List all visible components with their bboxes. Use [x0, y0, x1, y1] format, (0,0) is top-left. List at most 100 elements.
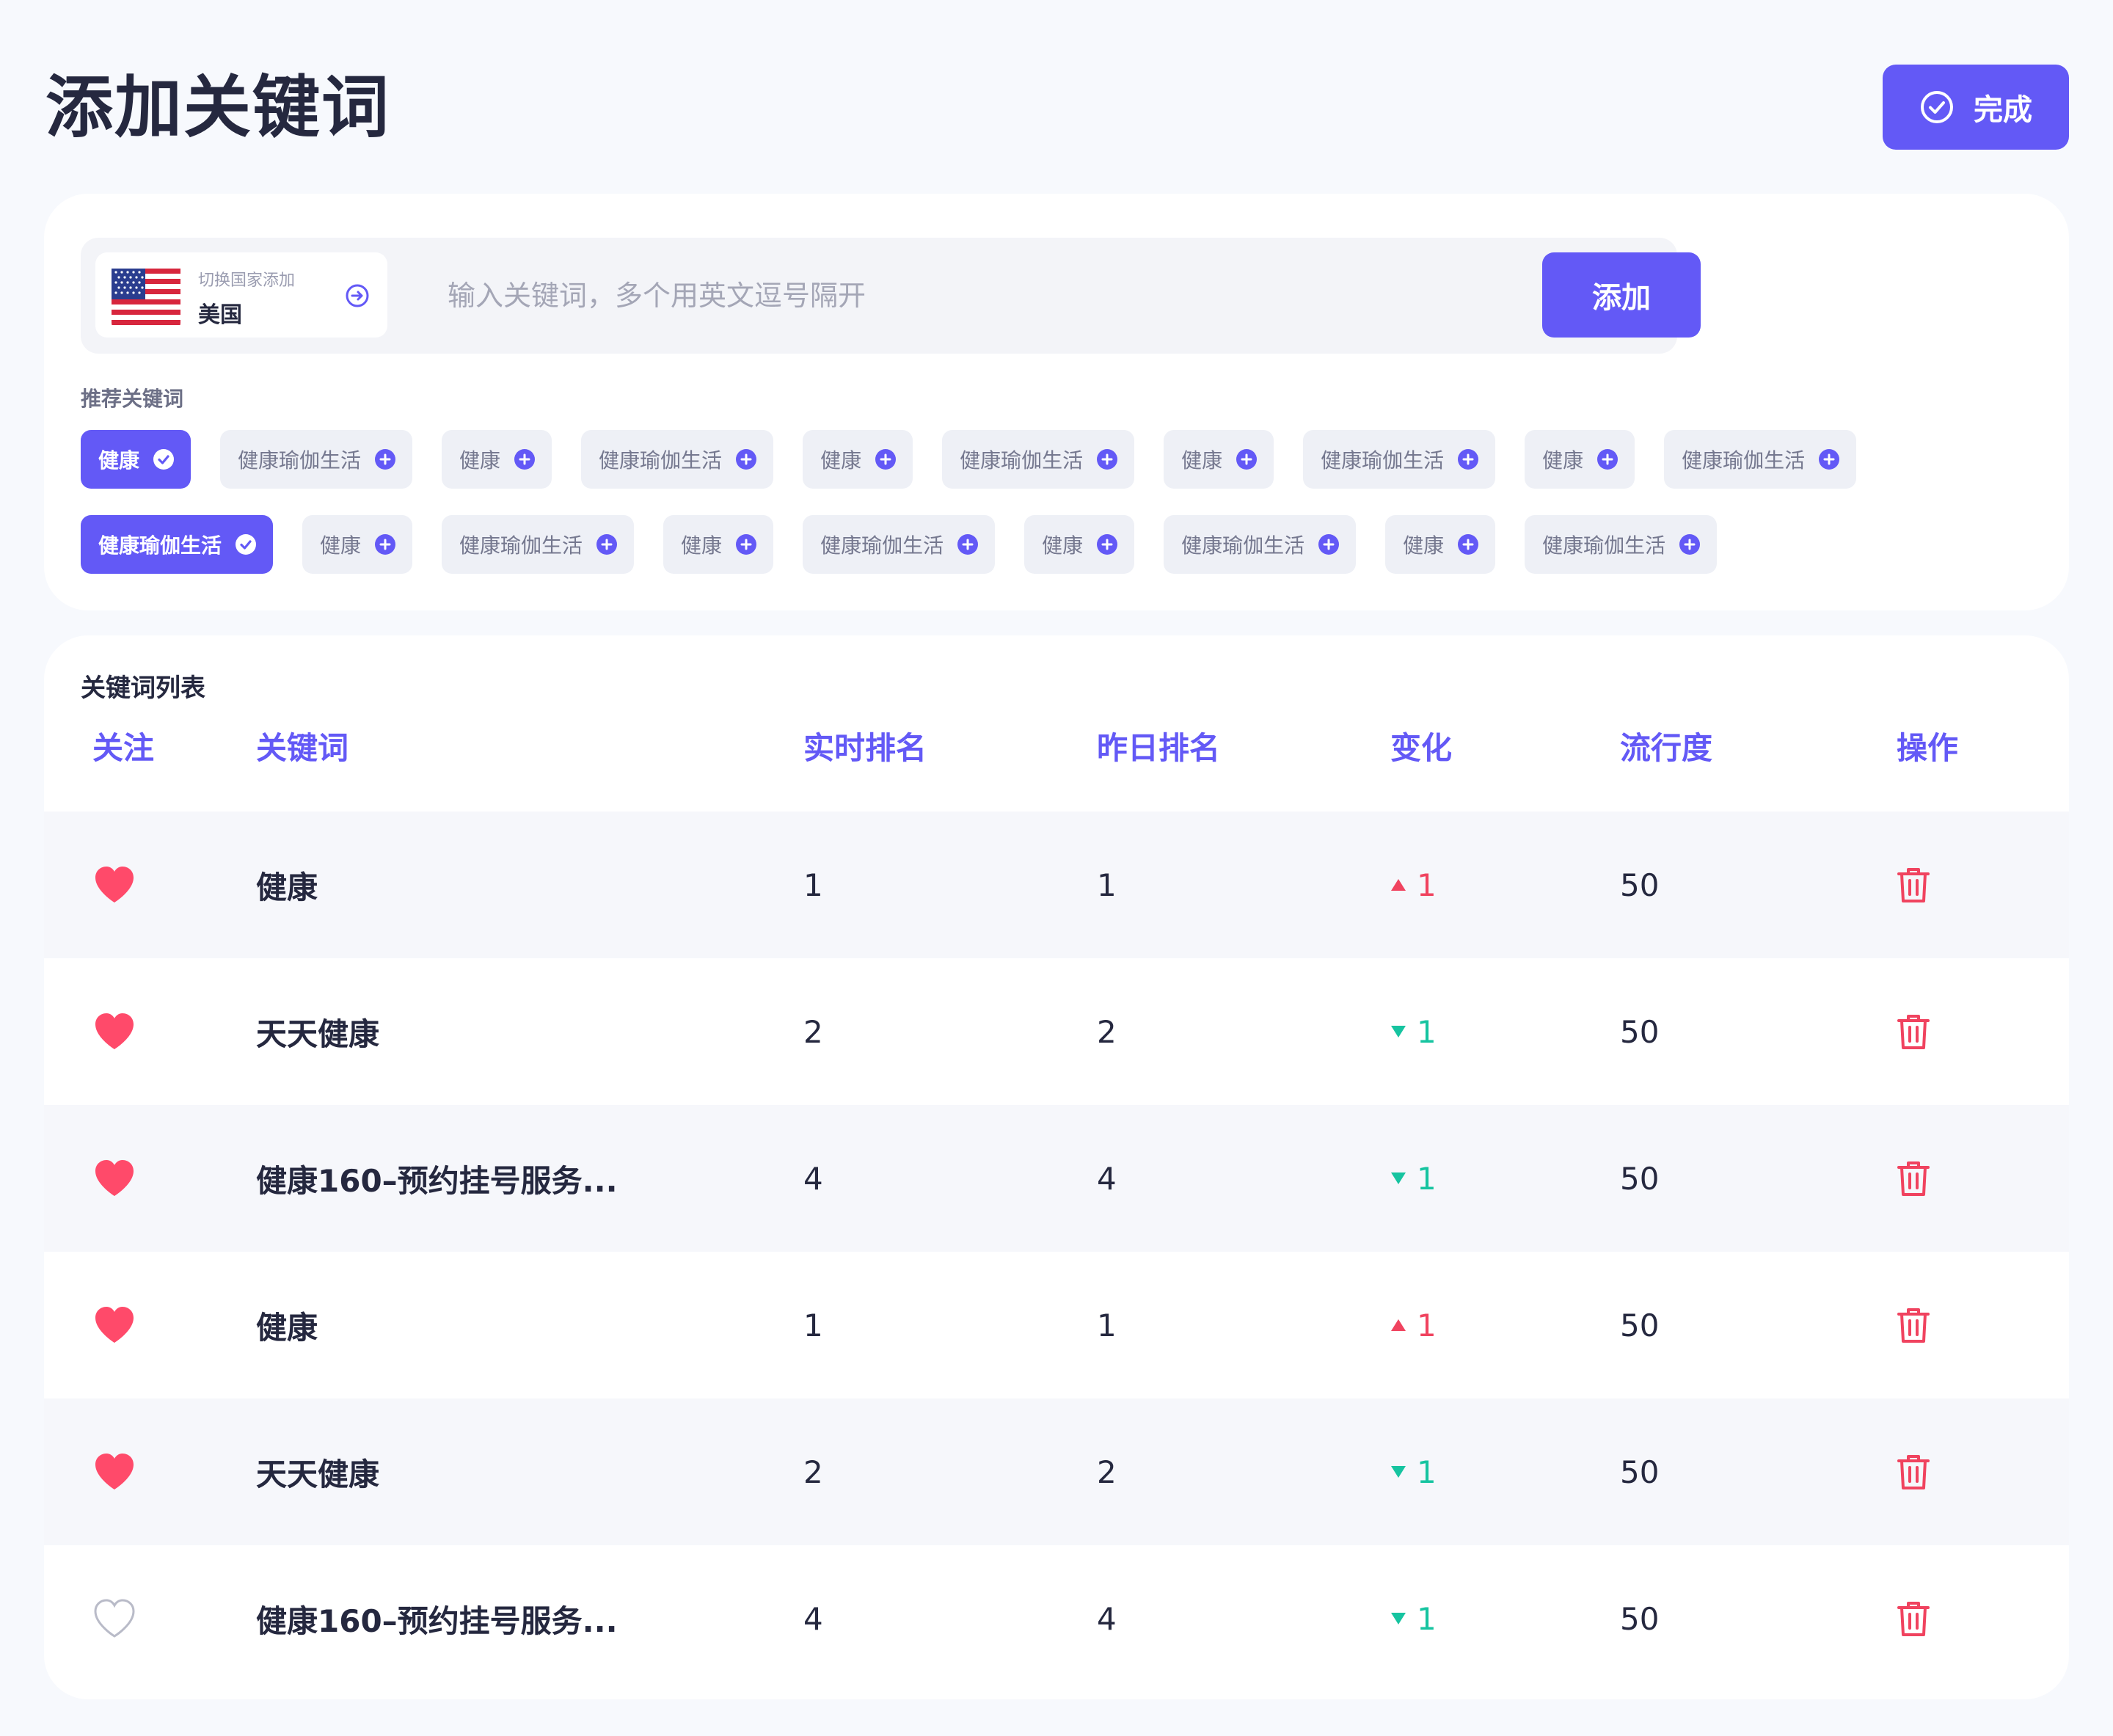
- plus-circle-icon: [1457, 533, 1479, 555]
- keyword-cell: 天天健康: [256, 1456, 380, 1492]
- recommend-chip[interactable]: 健康瑜伽生活: [942, 430, 1135, 489]
- heart-icon[interactable]: [92, 1305, 136, 1346]
- col-follow: 关注: [92, 730, 155, 766]
- change-cell: 1: [1390, 1105, 1437, 1252]
- recommend-chip-label: 健康瑜伽生活: [960, 448, 1084, 473]
- col-change: 变化: [1390, 730, 1453, 766]
- plus-circle-icon: [1596, 448, 1618, 470]
- popularity-cell: 50: [1620, 1454, 1660, 1490]
- col-keyword: 关键词: [256, 730, 349, 766]
- recommend-chip[interactable]: 健康瑜伽生活: [581, 430, 774, 489]
- realtime-rank-cell: 4: [803, 1160, 823, 1197]
- trash-icon[interactable]: [1897, 1013, 1930, 1051]
- col-popularity: 流行度: [1620, 730, 1713, 766]
- table-row: 健康160–预约挂号服务... 4 4 1 50: [44, 1105, 2069, 1252]
- recommend-chip[interactable]: 健康: [1385, 515, 1496, 574]
- table-row: 天天健康 2 2 1 50: [44, 958, 2069, 1105]
- popularity-cell: 50: [1620, 1013, 1660, 1050]
- realtime-rank-cell: 1: [803, 1307, 823, 1343]
- add-button[interactable]: 添加: [1542, 252, 1701, 338]
- change-indicator: 1: [1390, 867, 1437, 903]
- recommend-chip-label: 健康瑜伽生活: [1542, 533, 1666, 558]
- recommend-chips-row-1: 健康 健康瑜伽生活 健康 健康瑜伽生活 健康 健康瑜伽生活 健康 健康瑜伽生活 健康 健康瑜伽生活: [81, 430, 1857, 489]
- recommend-chip-label: 健康: [320, 533, 362, 558]
- popularity-cell: 50: [1620, 1600, 1660, 1637]
- list-title: 关键词列表: [81, 674, 205, 703]
- yesterday-rank-cell: 1: [1097, 1307, 1117, 1343]
- keyword-cell: 健康160–预约挂号服务...: [256, 1602, 618, 1639]
- recommend-chip[interactable]: 健康: [442, 430, 552, 489]
- recommend-chip-label: 健康瑜伽生活: [1682, 448, 1806, 473]
- change-cell: 1: [1390, 1545, 1437, 1692]
- action-cell: [1897, 1398, 1930, 1545]
- recommend-chip[interactable]: 健康: [803, 430, 913, 489]
- trash-icon[interactable]: [1897, 1600, 1930, 1638]
- recommend-chip[interactable]: 健康瑜伽生活: [1664, 430, 1857, 489]
- keyword-input[interactable]: [448, 270, 1511, 321]
- recommend-chip-label: 健康: [459, 448, 501, 473]
- yesterday-rank-cell: 1: [1097, 867, 1117, 903]
- heart-icon[interactable]: [92, 864, 136, 905]
- follow-cell: [92, 1398, 136, 1545]
- plus-circle-icon: [1679, 533, 1701, 555]
- country-selector[interactable]: 切换国家添加 美国: [95, 252, 387, 338]
- plus-circle-icon: [374, 533, 396, 555]
- recommend-chip[interactable]: 健康: [1164, 430, 1274, 489]
- recommend-chip-label: 健康: [1042, 533, 1084, 558]
- heart-icon[interactable]: [92, 1158, 136, 1199]
- keyword-cell: 天天健康: [256, 1015, 380, 1052]
- table-row: 健康 1 1 1 50: [44, 812, 2069, 958]
- change-value: 1: [1417, 1307, 1437, 1343]
- heart-icon[interactable]: [92, 1011, 136, 1052]
- trash-icon[interactable]: [1897, 866, 1930, 904]
- recommend-chip[interactable]: 健康: [81, 430, 191, 489]
- recommend-chip[interactable]: 健康瑜伽生活: [81, 515, 274, 574]
- recommend-chip[interactable]: 健康: [1525, 430, 1635, 489]
- recommend-chip[interactable]: 健康瑜伽生活: [442, 515, 635, 574]
- plus-circle-icon: [875, 448, 897, 470]
- arrow-right-circle-icon[interactable]: [345, 283, 370, 308]
- follow-cell: [92, 958, 136, 1105]
- recommend-chip-label: 健康瑜伽生活: [599, 448, 723, 473]
- realtime-rank-cell: 1: [803, 867, 823, 903]
- page-title: 添加关键词: [45, 68, 391, 147]
- action-cell: [1897, 812, 1930, 958]
- recommend-chip[interactable]: 健康瑜伽生活: [220, 430, 413, 489]
- trash-icon[interactable]: [1897, 1159, 1930, 1197]
- action-cell: [1897, 1545, 1930, 1692]
- heart-icon[interactable]: [92, 1598, 136, 1639]
- col-realtime: 实时排名: [803, 730, 927, 766]
- plus-circle-icon: [1096, 533, 1118, 555]
- table-header: 关注 关键词 实时排名 昨日排名 变化 流行度 操作: [44, 718, 2069, 779]
- recommend-chip-label: 健康瑜伽生活: [238, 448, 362, 473]
- recommend-chip[interactable]: 健康: [302, 515, 413, 574]
- keyword-cell: 健康: [256, 1309, 318, 1346]
- recommend-chip[interactable]: 健康: [663, 515, 774, 574]
- country-switch-label: 切换国家添加: [198, 271, 296, 290]
- plus-circle-icon: [735, 448, 757, 470]
- table-row: 健康160–预约挂号服务... 4 4 1 50: [44, 1545, 2069, 1692]
- change-indicator: 1: [1390, 1014, 1437, 1050]
- recommend-chip-label: 健康瑜伽生活: [1321, 448, 1445, 473]
- recommend-chip[interactable]: 健康: [1024, 515, 1135, 574]
- change-value: 1: [1417, 1160, 1437, 1197]
- recommend-chip[interactable]: 健康瑜伽生活: [803, 515, 996, 574]
- recommend-chip[interactable]: 健康瑜伽生活: [1525, 515, 1718, 574]
- heart-icon[interactable]: [92, 1451, 136, 1492]
- done-button[interactable]: 完成: [1883, 65, 2069, 150]
- trash-icon[interactable]: [1897, 1306, 1930, 1344]
- recommend-chip[interactable]: 健康瑜伽生活: [1164, 515, 1357, 574]
- recommend-chip-label: 健康: [820, 448, 862, 473]
- keyword-list-card: 关键词列表 关注 关键词 实时排名 昨日排名 变化 流行度 操作 健康 1 1 1 50…: [44, 635, 2069, 1699]
- table-row: 天天健康 2 2 1 50: [44, 1398, 2069, 1545]
- realtime-rank-cell: 4: [803, 1600, 823, 1637]
- change-value: 1: [1417, 1454, 1437, 1490]
- realtime-rank-cell: 2: [803, 1013, 823, 1050]
- trash-icon[interactable]: [1897, 1453, 1930, 1491]
- recommend-chip[interactable]: 健康瑜伽生活: [1303, 430, 1496, 489]
- page: 添加关键词 完成 切换国家添加 美国 输入关键词，多个用英文逗号隔开 添加 推荐…: [0, 0, 2113, 1736]
- plus-circle-icon: [735, 533, 757, 555]
- plus-circle-icon: [1096, 448, 1118, 470]
- recommend-chip-label: 健康瑜伽生活: [1181, 533, 1305, 558]
- realtime-rank-cell: 2: [803, 1454, 823, 1490]
